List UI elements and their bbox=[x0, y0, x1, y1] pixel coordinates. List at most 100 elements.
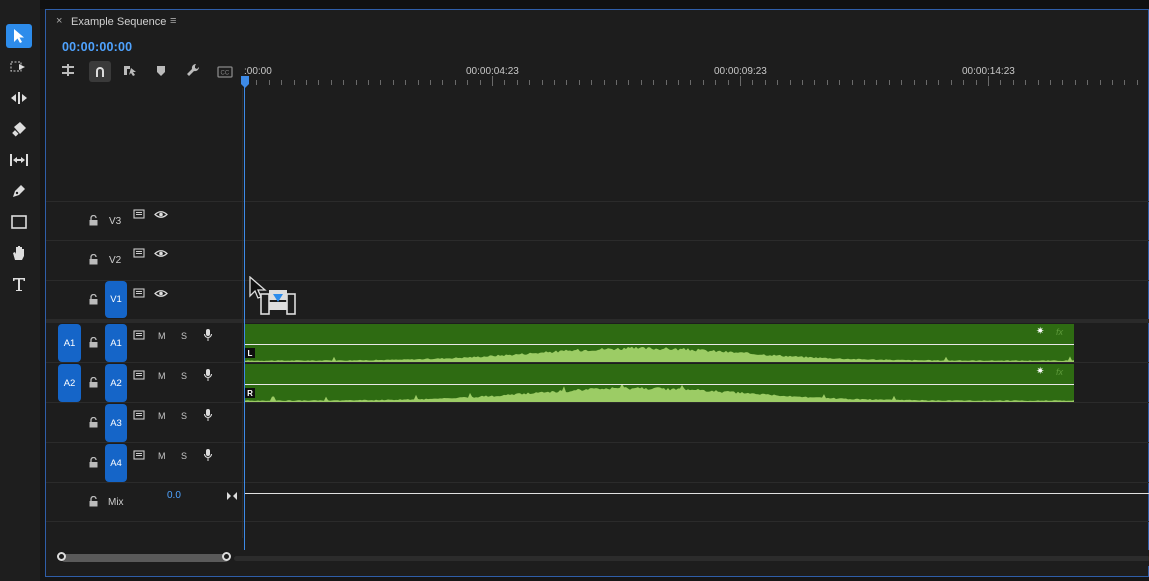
ruler-tick bbox=[740, 76, 741, 86]
ruler-tick bbox=[579, 80, 580, 85]
track-target-a4[interactable]: A4 bbox=[105, 444, 127, 482]
type-icon bbox=[13, 278, 25, 291]
ruler-tick bbox=[777, 80, 778, 85]
ruler-tick bbox=[542, 80, 543, 85]
effect-badge-icon: ✷ bbox=[1036, 366, 1045, 377]
ruler-tick bbox=[988, 76, 989, 86]
channel-label: R bbox=[245, 388, 255, 398]
lock-icon[interactable] bbox=[88, 377, 99, 388]
fx-badge: fx bbox=[1056, 327, 1064, 337]
lock-icon[interactable] bbox=[88, 254, 99, 265]
ruler-tick bbox=[343, 80, 344, 85]
track-target-a1[interactable]: A1 bbox=[105, 324, 127, 362]
timeline-settings-icon[interactable] bbox=[186, 63, 204, 81]
solo-button[interactable]: S bbox=[181, 411, 187, 421]
selection-tool[interactable] bbox=[6, 24, 32, 48]
track-name-v3: V3 bbox=[109, 216, 122, 227]
type-tool[interactable] bbox=[6, 272, 32, 296]
waveform-a2 bbox=[244, 385, 1074, 402]
time-ruler[interactable]: :00:00 00:00:04:23 00:00:09:23 00:00:14:… bbox=[244, 62, 1149, 88]
ruler-tick bbox=[368, 80, 369, 85]
lock-icon[interactable] bbox=[88, 417, 99, 428]
sync-lock-icon[interactable] bbox=[133, 450, 145, 460]
mute-button[interactable]: M bbox=[158, 451, 166, 461]
track-target-v1[interactable]: V1 bbox=[105, 281, 127, 318]
rectangle-tool[interactable] bbox=[6, 210, 32, 234]
source-patch-a2[interactable]: A2 bbox=[58, 364, 81, 402]
ruler-tick bbox=[1087, 80, 1088, 85]
playhead-timecode[interactable]: 00:00:00:00 bbox=[62, 40, 132, 54]
ruler-tick bbox=[715, 80, 716, 85]
add-marker-icon[interactable] bbox=[155, 64, 171, 80]
audio-clip-a2[interactable]: R ✷ fx bbox=[244, 364, 1074, 402]
slip-tool[interactable] bbox=[6, 148, 32, 172]
mute-button[interactable]: M bbox=[158, 411, 166, 421]
zoom-scrollbar-right-handle[interactable] bbox=[222, 552, 231, 561]
solo-button[interactable]: S bbox=[181, 451, 187, 461]
tab-menu-icon[interactable]: ≡ bbox=[170, 15, 176, 27]
linked-selection-icon[interactable] bbox=[122, 63, 142, 81]
ruler-tick bbox=[1062, 80, 1063, 85]
track-target-a2[interactable]: A2 bbox=[105, 364, 127, 402]
eye-icon[interactable] bbox=[154, 210, 168, 219]
ruler-tick bbox=[666, 80, 667, 85]
fx-badge: fx bbox=[1056, 367, 1064, 377]
eye-icon[interactable] bbox=[154, 289, 168, 298]
mix-label: Mix bbox=[108, 497, 124, 508]
eye-icon[interactable] bbox=[154, 249, 168, 258]
audio-clip-a1[interactable]: L ✷ fx bbox=[244, 324, 1074, 362]
ruler-tick bbox=[926, 80, 927, 85]
playhead-line[interactable] bbox=[244, 76, 245, 554]
insert-sequence-as-nest-icon[interactable] bbox=[60, 63, 80, 81]
mix-volume-value[interactable]: 0.0 bbox=[167, 490, 181, 501]
go-to-out-point-icon[interactable] bbox=[226, 491, 238, 501]
ruler-tick bbox=[393, 80, 394, 85]
microphone-icon[interactable] bbox=[203, 408, 213, 422]
track-header-mix: Mix 0.0 bbox=[46, 483, 242, 521]
ripple-edit-tool[interactable] bbox=[6, 86, 32, 110]
zoom-scrollbar-left-handle[interactable] bbox=[57, 552, 66, 561]
ruler-tick bbox=[901, 80, 902, 85]
playhead-handle-icon[interactable] bbox=[241, 76, 249, 88]
lock-icon[interactable] bbox=[88, 457, 99, 468]
ruler-tick bbox=[318, 80, 319, 85]
track-select-forward-tool[interactable] bbox=[6, 55, 32, 79]
solo-button[interactable]: S bbox=[181, 331, 187, 341]
lock-icon[interactable] bbox=[88, 294, 99, 305]
rectangle-icon bbox=[11, 215, 27, 229]
track-target-a3[interactable]: A3 bbox=[105, 404, 127, 442]
sync-lock-icon[interactable] bbox=[133, 288, 145, 298]
sync-lock-icon[interactable] bbox=[133, 410, 145, 420]
lock-icon[interactable] bbox=[88, 496, 99, 507]
sync-lock-icon[interactable] bbox=[133, 370, 145, 380]
microphone-icon[interactable] bbox=[203, 328, 213, 342]
track-header-v2: V2 bbox=[46, 241, 242, 279]
microphone-icon[interactable] bbox=[203, 448, 213, 462]
ruler-tick bbox=[914, 80, 915, 85]
ruler-tick bbox=[839, 80, 840, 85]
sync-lock-icon[interactable] bbox=[133, 248, 145, 258]
captions-icon[interactable]: CC bbox=[217, 65, 235, 79]
timeline-panel: × Example Sequence ≡ 00:00:00:00 CC :00:… bbox=[45, 9, 1149, 577]
lock-icon[interactable] bbox=[88, 215, 99, 226]
lock-icon[interactable] bbox=[88, 337, 99, 348]
sync-lock-icon[interactable] bbox=[133, 330, 145, 340]
ruler-tick bbox=[1013, 80, 1014, 85]
sync-lock-icon[interactable] bbox=[133, 209, 145, 219]
source-patch-a1[interactable]: A1 bbox=[58, 324, 81, 362]
solo-button[interactable]: S bbox=[181, 371, 187, 381]
pen-tool[interactable] bbox=[6, 179, 32, 203]
microphone-icon[interactable] bbox=[203, 368, 213, 382]
snap-icon[interactable] bbox=[89, 61, 111, 82]
sequence-tab-title[interactable]: Example Sequence bbox=[71, 16, 166, 28]
hand-tool[interactable] bbox=[6, 241, 32, 265]
mute-button[interactable]: M bbox=[158, 371, 166, 381]
razor-tool[interactable] bbox=[6, 117, 32, 141]
top-bar bbox=[0, 0, 1149, 9]
zoom-scrollbar-thumb[interactable] bbox=[61, 554, 229, 562]
ruler-tick bbox=[864, 80, 865, 85]
waveform-shape bbox=[244, 385, 1074, 402]
close-tab-icon[interactable]: × bbox=[56, 15, 62, 27]
mute-button[interactable]: M bbox=[158, 331, 166, 341]
track-header-a2: A2 A2 M S bbox=[46, 363, 242, 402]
